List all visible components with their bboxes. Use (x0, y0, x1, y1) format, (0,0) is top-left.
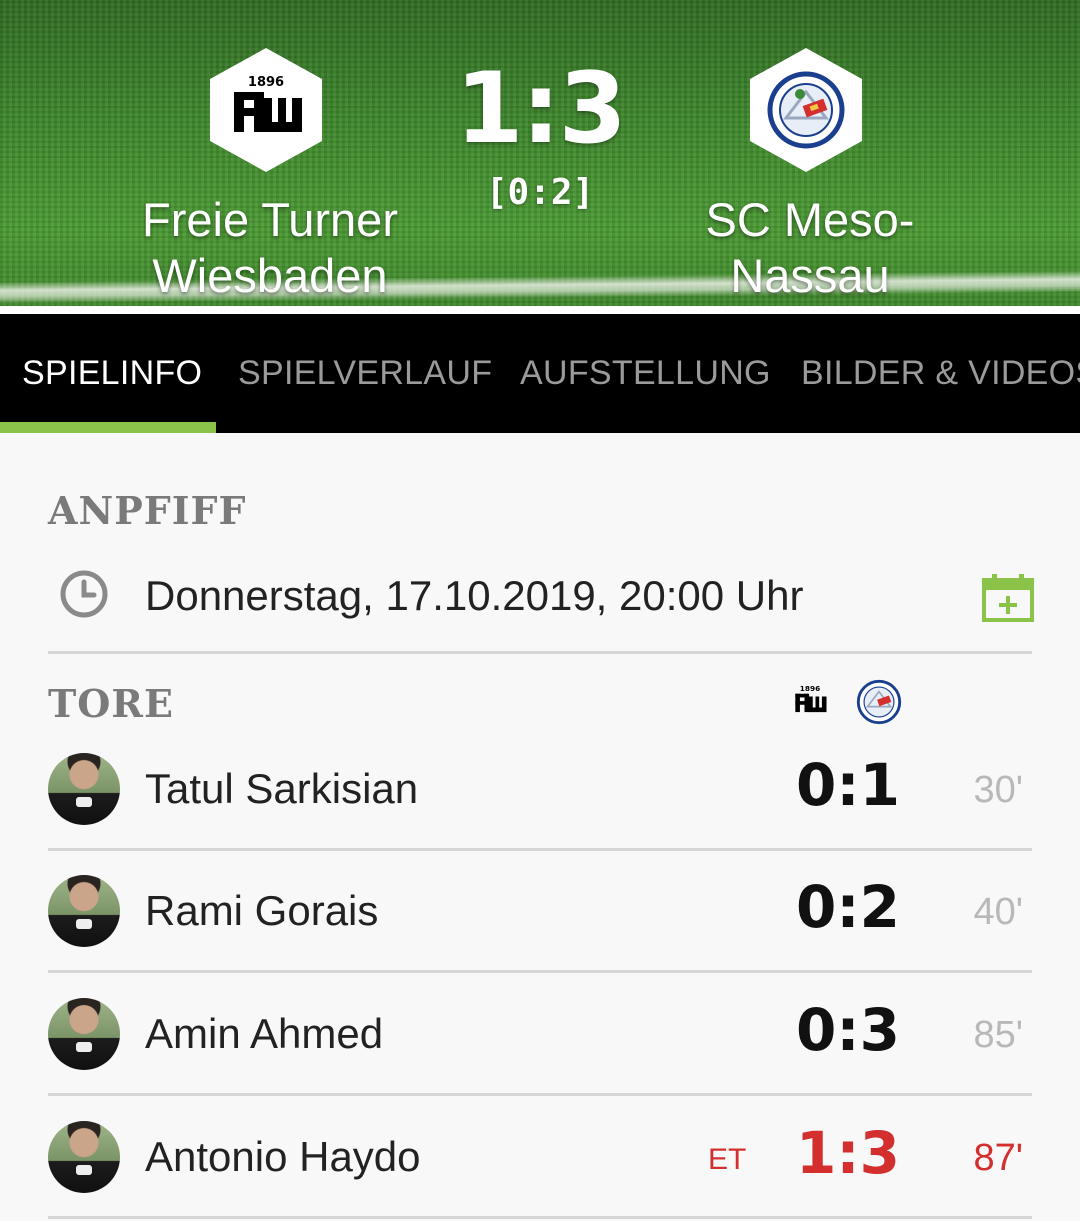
goal-minute: 85' (973, 1014, 1023, 1056)
home-team-logo[interactable]: 1896 (210, 48, 322, 172)
calendar-add-icon[interactable] (982, 574, 1034, 622)
goal-type-label: ET (708, 1143, 747, 1176)
player-avatar (48, 875, 120, 947)
row-divider (48, 970, 1032, 973)
away-team-mini-logo (855, 678, 903, 726)
match-header: 1896 1:3 [0:2] Freie Turner Wiesbaden SC… (0, 0, 1080, 308)
goals-section-title: TORE (48, 681, 174, 726)
svg-text:1896: 1896 (248, 75, 284, 90)
kickoff-section-title: ANPFIFF (48, 488, 247, 533)
home-team-name-line1: Freie Turner (142, 193, 398, 246)
ftw-logo-icon: 1896 (795, 684, 827, 713)
goal-minute: 30' (973, 769, 1023, 811)
scorer-name: Rami Gorais (145, 887, 379, 934)
goal-minute: 40' (973, 891, 1023, 933)
away-team-name[interactable]: SC Meso- Nassau Wies… (650, 192, 970, 308)
halftime-score: [0:2] (485, 172, 595, 213)
tab-bilder-videos[interactable]: BILDER & VIDEOS (801, 354, 1080, 393)
goal-row[interactable]: Antonio Haydo ET 1:3 87' (48, 1097, 1032, 1217)
kickoff-datetime: Donnerstag, 17.10.2019, 20:00 Uhr (145, 572, 804, 619)
player-avatar (48, 753, 120, 825)
home-team-name[interactable]: Freie Turner Wiesbaden (110, 192, 430, 304)
player-avatar (48, 998, 120, 1070)
tab-bar: SPIELINFO SPIELVERLAUF AUFSTELLUNG BILDE… (0, 314, 1080, 433)
final-score: 1:3 (455, 52, 627, 166)
goal-running-score: 0:3 (796, 996, 900, 1064)
scorer-name: Amin Ahmed (145, 1010, 384, 1057)
svg-text:1896: 1896 (800, 684, 820, 693)
scorer-name: Tatul Sarkisian (145, 765, 419, 812)
tab-aufstellung[interactable]: AUFSTELLUNG (520, 354, 771, 393)
kickoff-row: Donnerstag, 17.10.2019, 20:00 Uhr (48, 560, 1034, 632)
goal-running-score: 1:3 (796, 1119, 900, 1187)
tab-spielverlauf[interactable]: SPIELVERLAUF (238, 354, 492, 393)
clock-icon (60, 570, 108, 618)
sc-meso-nassau-crest-icon (856, 679, 902, 725)
section-divider (48, 651, 1032, 654)
scorer-name: Antonio Haydo (145, 1133, 421, 1180)
goal-running-score: 0:2 (796, 873, 900, 941)
home-team-name-line2: Wiesbaden (152, 249, 388, 302)
goal-row[interactable]: Rami Gorais 0:2 40' (48, 851, 1032, 971)
active-tab-indicator (0, 422, 216, 433)
away-team-logo[interactable] (750, 48, 862, 172)
ftw-logo-icon: 1896 (234, 75, 302, 132)
row-divider (48, 1216, 1032, 1219)
sc-meso-nassau-crest-icon (767, 71, 845, 149)
goal-row[interactable]: Tatul Sarkisian 0:1 30' (48, 729, 1032, 849)
goal-minute: 87' (973, 1137, 1023, 1179)
home-team-mini-logo: 1896 (786, 678, 834, 726)
goal-row[interactable]: Amin Ahmed 0:3 85' (48, 974, 1032, 1094)
row-divider (48, 1093, 1032, 1096)
away-team-name-line1: SC Meso- (705, 193, 915, 246)
tab-spielinfo[interactable]: SPIELINFO (22, 354, 202, 393)
player-avatar (48, 1121, 120, 1193)
header-divider (0, 306, 1080, 314)
away-team-name-line2: Nassau Wies… (730, 249, 890, 308)
goal-running-score: 0:1 (796, 751, 900, 819)
